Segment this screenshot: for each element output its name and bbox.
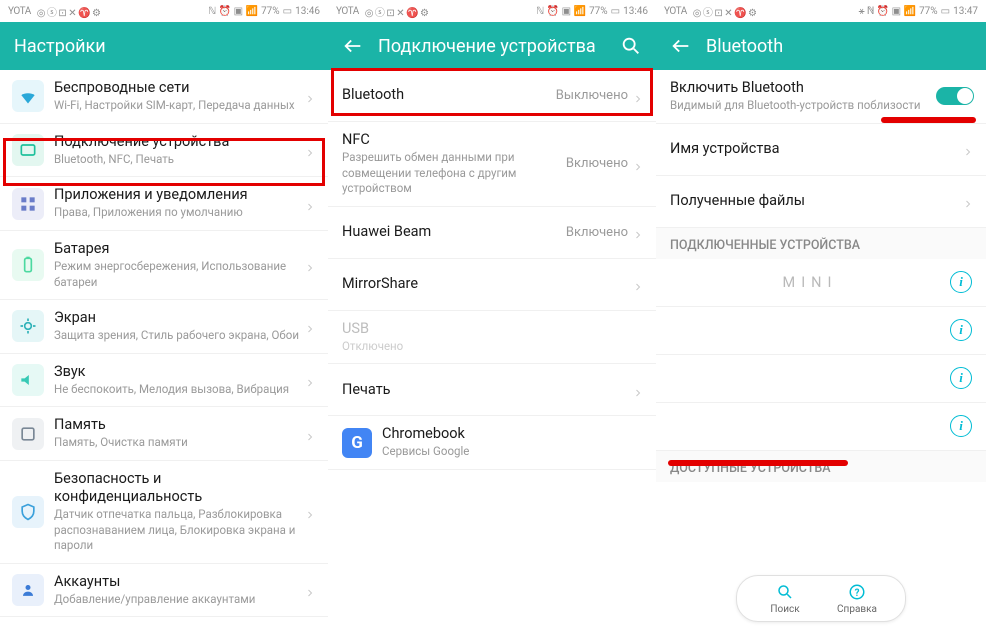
- row-battery[interactable]: БатареяРежим энергосбережения, Использов…: [0, 231, 328, 300]
- wifi-icon: [12, 80, 44, 112]
- bt-device-row[interactable]: i: [656, 403, 986, 451]
- help-button[interactable]: ? Справка: [821, 582, 893, 615]
- row-nfc[interactable]: NFCРазрешить обмен данными при совмещени…: [328, 122, 656, 207]
- status-bar: YOTA ◎ ⓢ ⊡ ✕ ♈ ⚙ ℕ ⏰ ▣ 📶 77% ▭ 13:46: [328, 0, 656, 22]
- sound-icon: [12, 364, 44, 396]
- display-icon: [12, 310, 44, 342]
- bt-device-row[interactable]: i: [656, 355, 986, 403]
- highlight-annotation: [668, 460, 848, 466]
- page-title: Подключение устройства: [378, 36, 606, 57]
- bt-device-row[interactable]: MINI i: [656, 259, 986, 307]
- chevron-right-icon: [962, 143, 974, 155]
- search-button[interactable]: Поиск: [749, 582, 821, 615]
- apps-icon: [12, 188, 44, 220]
- titlebar: Подключение устройства: [328, 22, 656, 70]
- chevron-right-icon: [632, 90, 644, 102]
- battery-icon: [12, 249, 44, 281]
- search-icon: [775, 582, 795, 602]
- settings-list: Беспроводные сетиWi-Fi, Настройки SIM-ка…: [0, 70, 328, 632]
- row-security[interactable]: Безопасность и конфиденциальностьДатчик …: [0, 461, 328, 564]
- highlight-annotation: [881, 117, 976, 123]
- row-received-files[interactable]: Полученные файлы: [656, 176, 986, 228]
- page-title: Настройки: [14, 36, 314, 57]
- bluetooth-list: Включить BluetoothВидимый для Bluetooth-…: [656, 70, 986, 632]
- back-icon[interactable]: [670, 35, 692, 57]
- titlebar: Bluetooth: [656, 22, 986, 70]
- back-icon[interactable]: [342, 35, 364, 57]
- shield-icon: [12, 496, 44, 528]
- row-print[interactable]: Печать: [328, 364, 656, 416]
- chevron-right-icon: [962, 195, 974, 207]
- row-apps-notifications[interactable]: Приложения и уведомленияПрава, Приложени…: [0, 177, 328, 231]
- row-accounts[interactable]: АккаунтыДобавление/управление аккаунтами: [0, 564, 328, 618]
- chevron-right-icon: [632, 384, 644, 396]
- chevron-right-icon: [632, 278, 644, 290]
- row-device-name[interactable]: Имя устройства: [656, 124, 986, 176]
- account-icon: [12, 574, 44, 606]
- status-bar: YOTA ◎ ⓢ ⊡ ✕ ♈ ⚙ ℕ ⏰ ▣ 📶 77% ▭ 13:46: [0, 0, 328, 22]
- storage-icon: [12, 418, 44, 450]
- bt-device-row[interactable]: i: [656, 307, 986, 355]
- info-icon[interactable]: i: [950, 271, 972, 293]
- chevron-right-icon: [304, 144, 316, 156]
- help-icon: ?: [847, 582, 867, 602]
- chevron-right-icon: [304, 506, 316, 518]
- chevron-right-icon: [304, 198, 316, 210]
- info-icon[interactable]: i: [950, 319, 972, 341]
- titlebar: Настройки: [0, 22, 328, 70]
- settings-pane: YOTA ◎ ⓢ ⊡ ✕ ♈ ⚙ ℕ ⏰ ▣ 📶 77% ▭ 13:46 Нас…: [0, 0, 328, 632]
- bluetooth-toggle[interactable]: [936, 87, 974, 105]
- chevron-right-icon: [632, 158, 644, 170]
- row-huawei-beam[interactable]: Huawei Beam Включено: [328, 207, 656, 259]
- status-bar: YOTA ◎ ⓢ ⊡ ✕ ♈ ⚙ ⚹ ℕ ⏰ ▣ 📶 77% ▭ 13:47: [656, 0, 986, 22]
- row-device-connection[interactable]: Подключение устройстваBluetooth, NFC, Пе…: [0, 124, 328, 178]
- info-icon[interactable]: i: [950, 415, 972, 437]
- row-usb: USBОтключено: [328, 311, 656, 365]
- chevron-right-icon: [304, 320, 316, 332]
- chevron-right-icon: [304, 90, 316, 102]
- google-icon: G: [342, 428, 372, 458]
- row-sound[interactable]: ЗвукНе беспокоить, Мелодия вызова, Вибра…: [0, 354, 328, 408]
- page-title: Bluetooth: [706, 36, 972, 57]
- chevron-right-icon: [304, 428, 316, 440]
- row-mirrorshare[interactable]: MirrorShare: [328, 259, 656, 311]
- svg-text:?: ?: [855, 588, 860, 599]
- chevron-right-icon: [632, 226, 644, 238]
- row-display[interactable]: ЭкранЗащита зрения, Стиль рабочего экран…: [0, 300, 328, 354]
- bluetooth-pane: YOTA ◎ ⓢ ⊡ ✕ ♈ ⚙ ⚹ ℕ ⏰ ▣ 📶 77% ▭ 13:47 B…: [656, 0, 986, 632]
- device-icon: [12, 134, 44, 166]
- section-available-devices: ДОСТУПНЫЕ УСТРОЙСТВА: [656, 451, 986, 482]
- row-storage[interactable]: ПамятьПамять, Очистка памяти: [0, 407, 328, 461]
- info-icon[interactable]: i: [950, 367, 972, 389]
- chevron-right-icon: [304, 259, 316, 271]
- section-connected-devices: ПОДКЛЮЧЕННЫЕ УСТРОЙСТВА: [656, 228, 986, 259]
- connection-list: Bluetooth Выключено NFCРазрешить обмен д…: [328, 70, 656, 632]
- row-bluetooth[interactable]: Bluetooth Выключено: [328, 70, 656, 122]
- chevron-right-icon: [304, 584, 316, 596]
- bottom-actions: Поиск ? Справка: [736, 575, 906, 622]
- chevron-right-icon: [304, 374, 316, 386]
- row-enable-bluetooth[interactable]: Включить BluetoothВидимый для Bluetooth-…: [656, 70, 986, 124]
- row-wireless[interactable]: Беспроводные сетиWi-Fi, Настройки SIM-ка…: [0, 70, 328, 124]
- search-icon[interactable]: [620, 35, 642, 57]
- device-connection-pane: YOTA ◎ ⓢ ⊡ ✕ ♈ ⚙ ℕ ⏰ ▣ 📶 77% ▭ 13:46 Под…: [328, 0, 656, 632]
- row-chromebook[interactable]: G ChromebookСервисы Google: [328, 416, 656, 470]
